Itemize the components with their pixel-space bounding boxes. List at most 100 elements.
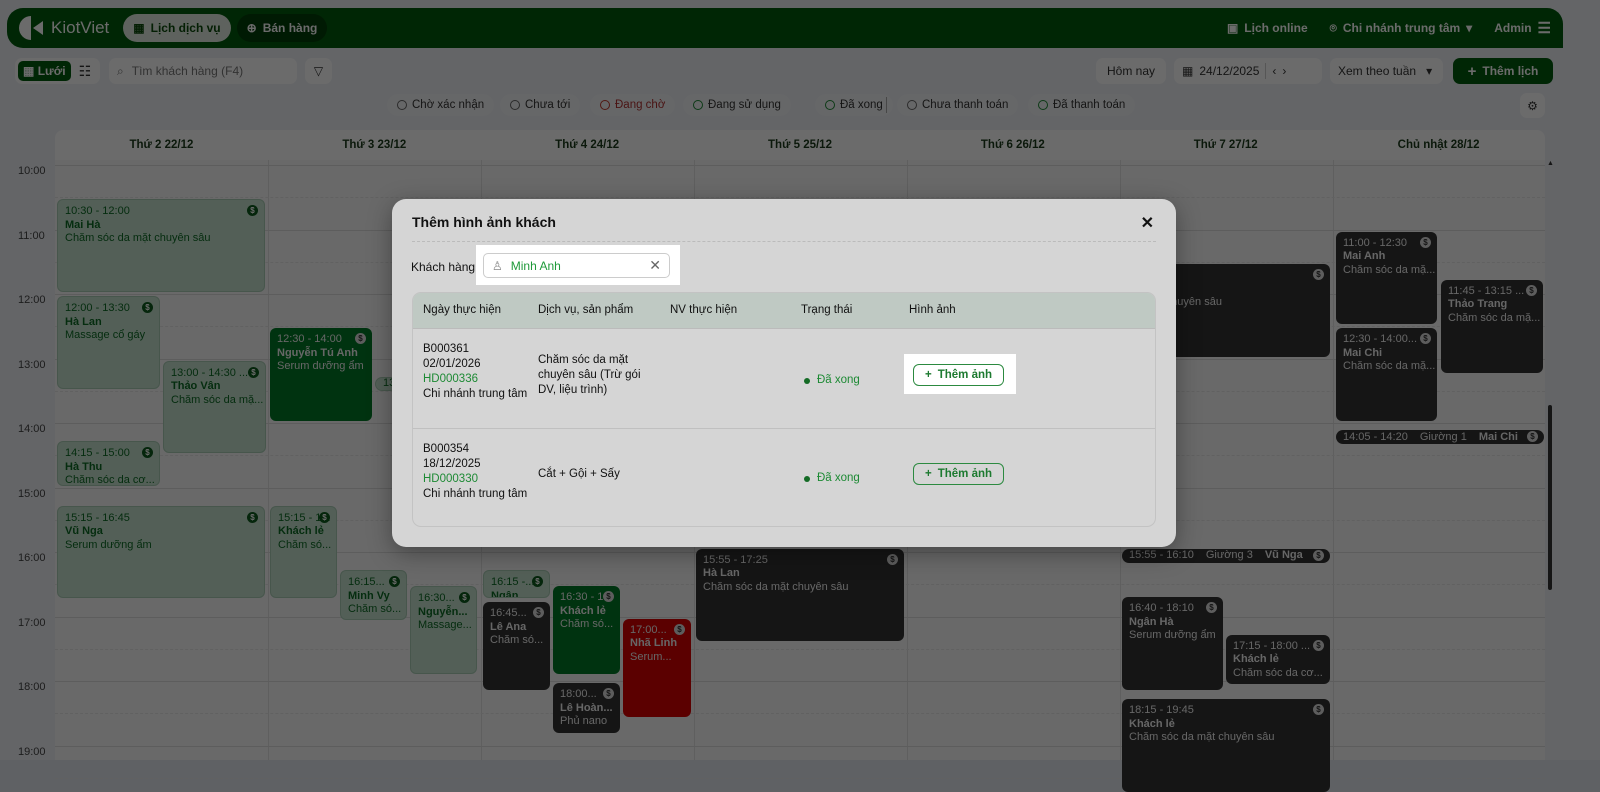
calendar-edit-icon: ▣ (1226, 21, 1239, 35)
add-booking-button[interactable]: + Thêm lịch (1453, 58, 1553, 84)
day-header[interactable]: Chủ nhật 28/12 (1332, 130, 1545, 160)
status-filter-chip[interactable]: Đã thanh toán (1028, 94, 1136, 116)
brand-name: KiotViet (51, 18, 110, 37)
grid-view-button[interactable]: ▦ Lưới (18, 61, 71, 81)
add-photo-button[interactable]: + Thêm ảnh (913, 463, 1004, 485)
time-label: 10:00 (18, 165, 46, 177)
status-filter-chip[interactable]: Chưa thanh toán (897, 94, 1019, 116)
time-label: 18:00 (18, 681, 46, 693)
invoice-link[interactable]: HD000330 (423, 472, 528, 487)
menu-icon: ☰ (1537, 20, 1551, 37)
customer-name: Nhã Linh (630, 637, 678, 649)
day-header[interactable]: Thứ 2 22/12 (55, 130, 268, 160)
booking-card[interactable]: 11:45 - 13:15 ... Thảo Trang Chăm sóc da m… (1441, 279, 1543, 373)
prev-week-button[interactable]: ‹ (1272, 64, 1276, 78)
booking-card[interactable]: 13:00 - 14:30 ... Thảo Vân Chăm sóc da mặ.… (163, 360, 266, 454)
status-label: Đã xong (817, 472, 860, 484)
list-view-button[interactable]: ☷ (79, 63, 92, 80)
view-mode-select[interactable]: Xem theo tuần ▾ (1330, 58, 1443, 84)
booking-card[interactable]: 14:15 - 15:00 Hà Thu Chăm sóc da cơ... $ (57, 441, 160, 486)
booking-card[interactable]: 11:00 - 12:30 Mai Anh Chăm sóc da mặ... $ (1336, 231, 1437, 325)
column-header: Dịch vụ, sản phẩm (538, 304, 634, 316)
payment-dollar-icon: $ (674, 623, 685, 635)
booking-card[interactable]: 15:15 - 16:45 Vũ Nga Serum dưỡng ẩm $ (57, 505, 265, 599)
booking-card[interactable]: 12:30 - 14:00 Nguyễn Tú Anh Serum dưỡng ẩm… (270, 328, 372, 421)
booking-card[interactable]: 15:15 - 1... Khách lẻ Chăm só... $ (270, 505, 337, 599)
booking-card[interactable]: 16:30... Nguyễn... Massage... $ (410, 586, 477, 674)
customer-input[interactable]: ♙ Minh Anh ✕ (483, 253, 670, 278)
modal-title: Thêm hình ảnh khách (412, 214, 556, 230)
booking-code: B000354 (423, 443, 470, 455)
close-icon[interactable]: ✕ (1141, 213, 1154, 233)
calendar-scrollbar[interactable]: ▲ (1547, 160, 1554, 760)
booking-card[interactable]: 17:00... Nhã Linh Serum... $ (623, 618, 691, 717)
user-icon: ♙ (492, 258, 503, 273)
nav-sales[interactable]: ⊕ Bán hàng (236, 14, 328, 42)
user-menu[interactable]: Admin ☰ (1494, 19, 1551, 37)
branch-selector[interactable]: ⌾ Chi nhánh trung tâm ▾ (1330, 21, 1473, 36)
status-badge: Đã xong (804, 471, 860, 486)
booking-card[interactable]: 17:15 - 18:00 ... Khách lẻ Chăm sóc da cơ.… (1226, 634, 1330, 685)
payment-dollar-icon: $ (319, 511, 330, 523)
online-label: Lịch online (1244, 21, 1308, 35)
status-filter-chip[interactable]: Chờ xác nhận (387, 94, 495, 116)
booking-pill[interactable]: 14:05 - 14:20 Giường 1 Mai Chi $ (1336, 430, 1544, 445)
history-table: Ngày thực hiện Dịch vụ, sản phẩm NV thực… (412, 292, 1156, 527)
time-label: 19:00 (18, 745, 46, 758)
booking-card[interactable]: 10:30 - 12:00 Mai Hà Chăm sóc da mặt chuyê… (57, 199, 265, 292)
radio-circle-icon (693, 100, 703, 110)
status-filter-chip[interactable]: Đã xong (815, 94, 893, 116)
status-filter-chip[interactable]: Chưa tới (500, 94, 581, 116)
add-photo-button[interactable]: + Thêm ảnh (913, 364, 1004, 386)
settings-button[interactable]: ⚙ (1520, 93, 1545, 118)
booking-time: 10:30 - 12:00 (65, 205, 130, 218)
radio-circle-icon (907, 100, 917, 110)
customer-field-highlight: ♙ Minh Anh ✕ (476, 245, 680, 285)
kiotviet-logo[interactable]: KiotViet (19, 16, 109, 40)
service-name: Chăm sóc da cơ... (1233, 666, 1323, 679)
booking-card[interactable]: 18:15 - 19:45 Khách lẻ Chăm sóc da mặt chu… (1122, 699, 1330, 792)
scroll-up-arrow[interactable]: ▲ (1547, 160, 1554, 167)
today-button[interactable]: Hôm nay (1096, 58, 1166, 84)
booking-card[interactable]: 16:45... Lê Ana Chăm só... $ (483, 602, 550, 690)
service-name: Phủ nano (560, 715, 608, 727)
booking-card[interactable]: 16:15... Minh Vy Chăm só... $ (340, 570, 407, 620)
customer-label: Khách hàng (411, 260, 476, 274)
date-picker[interactable]: ▦ 24/12/2025 ‹ › (1174, 58, 1322, 84)
customer-name: Vũ Nga (65, 525, 103, 538)
customer-name: Ngân (491, 589, 519, 599)
next-week-button[interactable]: › (1282, 64, 1286, 78)
chip-label: Đang chờ (615, 99, 666, 111)
booking-card[interactable]: 12:00 - 13:30 Hà Lan Massage cổ gáy $ (57, 296, 160, 389)
customer-name: Khách lẻ (560, 604, 606, 617)
booking-card[interactable]: 12:30 - 14:00... Mai Chi Chăm sóc da mặ...… (1336, 328, 1437, 421)
day-header[interactable]: Thứ 3 23/12 (268, 130, 481, 160)
booking-card[interactable]: 15:55 - 17:25 Hà Lan Chăm sóc da mặt chuyê… (696, 548, 904, 642)
branch-name: Chi nhánh trung tâm (423, 388, 528, 400)
booking-pill[interactable]: 15:55 - 16:10 Giường 3 Vũ Nga $ (1122, 548, 1330, 563)
search-input[interactable]: ⌕ Tìm khách hàng (F4) (109, 58, 297, 84)
scrollbar-thumb[interactable] (1548, 405, 1552, 590)
booking-card[interactable]: 16:30 - 1... Khách lẻ Chăm só... $ (553, 586, 620, 674)
booking-card[interactable]: 16:40 - 18:10 Ngân Hà Serum dưỡng ẩm $ (1122, 597, 1223, 690)
status-filter-chip[interactable]: Đang sử dụng (683, 94, 791, 116)
invoice-link[interactable]: HD000336 (423, 372, 528, 387)
day-header[interactable]: Thứ 7 27/12 (1119, 130, 1332, 160)
filter-button[interactable]: ▽ (305, 58, 332, 84)
status-filter-chip[interactable]: Đang chờ (590, 94, 676, 116)
booking-time: 11:45 - 13:15 ... (1448, 284, 1525, 297)
online-booking-link[interactable]: ▣ Lịch online (1227, 21, 1308, 35)
booking-card[interactable]: 16:15 -... Ngân $ (483, 570, 550, 599)
filter-divider (886, 97, 887, 113)
day-header[interactable]: Thứ 6 26/12 (906, 130, 1119, 160)
day-header[interactable]: Thứ 4 24/12 (481, 130, 694, 160)
nav-service-calendar[interactable]: ▦ Lịch dịch vụ (123, 14, 231, 42)
customer-name: Hà Lan (65, 315, 102, 328)
service-name: Serum dưỡng ẩm (1129, 629, 1216, 641)
customer-name: Mai Anh (1343, 250, 1386, 262)
customer-name: Thảo Trang (1448, 298, 1508, 311)
calendar-icon: ▦ (23, 64, 35, 78)
clear-icon[interactable]: ✕ (649, 257, 661, 274)
booking-card[interactable]: 18:00... Lê Hoàn... Phủ nano $ (553, 683, 620, 733)
day-header[interactable]: Thứ 5 25/12 (694, 130, 907, 160)
